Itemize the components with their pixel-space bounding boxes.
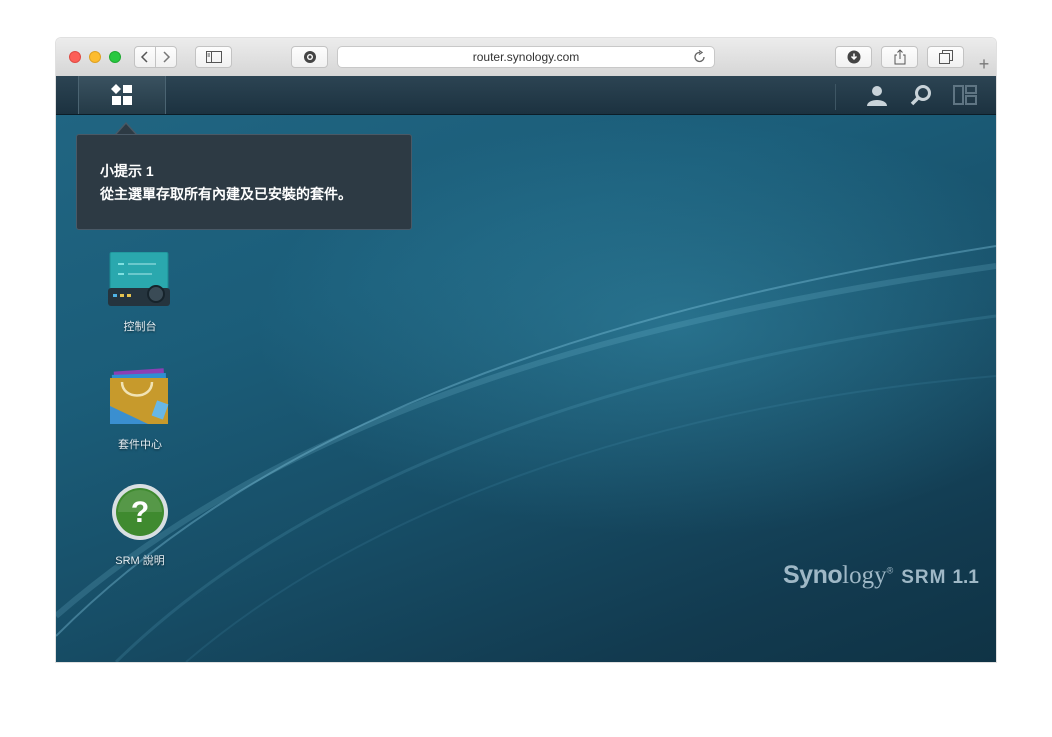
desktop-icon-label: SRM 說明 xyxy=(115,555,165,567)
main-menu-icon xyxy=(111,84,132,105)
back-button[interactable] xyxy=(134,46,156,68)
desktop-icon-label: 控制台 xyxy=(123,321,157,333)
brand-logo-part2: logy xyxy=(842,562,887,589)
desktop-icon-label: 套件中心 xyxy=(118,439,162,451)
sidebar-button[interactable] xyxy=(195,46,232,68)
desktop-icon-package-center[interactable]: 套件中心 xyxy=(95,366,185,452)
desktop-icon-control-panel[interactable]: 控制台 xyxy=(95,251,185,334)
minimize-window-button[interactable] xyxy=(89,51,101,63)
tabs-button[interactable] xyxy=(927,46,964,68)
back-icon xyxy=(140,51,148,63)
url-text: router.synology.com xyxy=(472,50,580,64)
privacy-button[interactable] xyxy=(291,46,328,68)
brand-logo-part1: Syno xyxy=(783,561,843,589)
tip-tooltip[interactable]: 小提示 1 從主選單存取所有內建及已安裝的套件。 xyxy=(76,134,412,230)
zoom-window-button[interactable] xyxy=(109,51,121,63)
privacy-icon xyxy=(303,51,316,63)
user-icon[interactable] xyxy=(864,82,890,108)
main-menu-button[interactable] xyxy=(78,76,166,114)
sidebar-icon xyxy=(205,51,222,63)
desktop-icon-srm-help[interactable]: ? SRM 說明 xyxy=(95,482,185,568)
new-tab-icon[interactable]: + xyxy=(972,52,996,76)
taskbar-divider xyxy=(835,84,836,110)
srm-desktop: 小提示 1 從主選單存取所有內建及已安裝的套件。 控制台 套件中心 ? SRM … xyxy=(56,76,996,662)
product-version: 1.1 xyxy=(952,567,979,588)
tooltip-text: 從主選單存取所有內建及已安裝的套件。 xyxy=(100,186,352,202)
control-panel-icon xyxy=(108,251,170,306)
share-button[interactable] xyxy=(881,46,918,68)
browser-window: router.synology.com + 小提示 1 從主選單存取所有內建及已… xyxy=(56,38,996,662)
reload-icon[interactable] xyxy=(694,49,706,67)
forward-button[interactable] xyxy=(155,46,177,68)
share-icon xyxy=(894,49,905,65)
srm-branding: Synology® SRM 1.1 xyxy=(783,561,979,589)
forward-icon xyxy=(163,51,171,63)
tooltip-title: 小提示 1 xyxy=(100,163,154,179)
package-center-icon xyxy=(110,368,169,424)
search-icon[interactable] xyxy=(908,82,934,108)
downloads-button[interactable] xyxy=(835,46,872,68)
address-bar[interactable]: router.synology.com xyxy=(337,46,715,68)
download-icon xyxy=(847,50,860,64)
help-icon: ? xyxy=(112,484,168,540)
close-window-button[interactable] xyxy=(69,51,81,63)
taskbar xyxy=(56,76,996,115)
browser-toolbar: router.synology.com + xyxy=(56,38,996,77)
tabs-icon xyxy=(938,50,953,64)
svg-text:?: ? xyxy=(131,496,149,529)
widgets-icon[interactable] xyxy=(952,82,978,108)
product-name: SRM xyxy=(901,567,947,588)
